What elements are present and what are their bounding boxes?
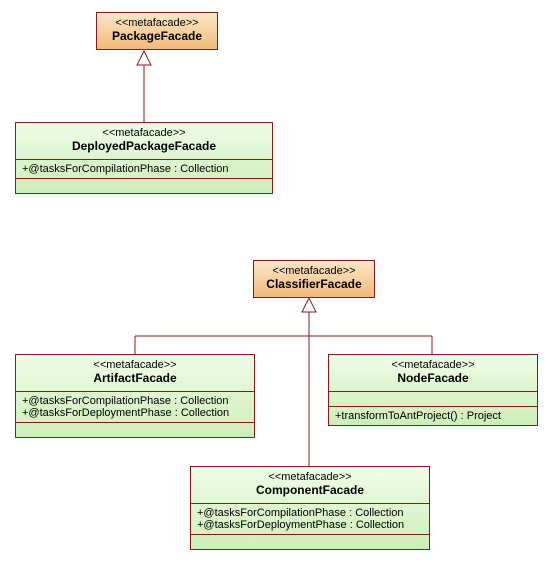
stereotype-label: <<metafacade>> bbox=[22, 359, 248, 371]
stereotype-label: <<metafacade>> bbox=[335, 359, 531, 371]
class-node-facade: <<metafacade>> NodeFacade +transformToAn… bbox=[328, 354, 538, 426]
operations-compartment bbox=[191, 535, 429, 549]
class-package-facade: <<metafacade>> PackageFacade bbox=[96, 12, 218, 50]
class-name: ArtifactFacade bbox=[22, 371, 248, 385]
class-header: <<metafacade>> ArtifactFacade bbox=[16, 355, 254, 392]
operation: +transformToAntProject() : Project bbox=[335, 410, 531, 422]
attribute: +@tasksForCompilationPhase : Collection bbox=[197, 507, 423, 519]
attribute: +@tasksForDeploymentPhase : Collection bbox=[22, 407, 248, 419]
class-header: <<metafacade>> PackageFacade bbox=[97, 13, 217, 49]
class-name: DeployedPackageFacade bbox=[22, 139, 266, 153]
attributes-compartment: +@tasksForCompilationPhase : Collection … bbox=[191, 504, 429, 535]
attribute: +@tasksForCompilationPhase : Collection bbox=[22, 395, 248, 407]
stereotype-label: <<metafacade>> bbox=[103, 17, 211, 29]
attribute: +@tasksForCompilationPhase : Collection bbox=[22, 163, 266, 175]
stereotype-label: <<metafacade>> bbox=[260, 265, 368, 277]
class-header: <<metafacade>> ClassifierFacade bbox=[254, 261, 374, 297]
stereotype-label: <<metafacade>> bbox=[197, 471, 423, 483]
class-deployed-package-facade: <<metafacade>> DeployedPackageFacade +@t… bbox=[15, 122, 273, 194]
class-header: <<metafacade>> ComponentFacade bbox=[191, 467, 429, 504]
class-classifier-facade: <<metafacade>> ClassifierFacade bbox=[253, 260, 375, 298]
attributes-compartment: +@tasksForCompilationPhase : Collection bbox=[16, 160, 272, 179]
operations-compartment: +transformToAntProject() : Project bbox=[329, 407, 537, 425]
stereotype-label: <<metafacade>> bbox=[22, 127, 266, 139]
class-name: ClassifierFacade bbox=[260, 277, 368, 291]
class-component-facade: <<metafacade>> ComponentFacade +@tasksFo… bbox=[190, 466, 430, 550]
uml-canvas: <<metafacade>> PackageFacade <<metafacad… bbox=[0, 0, 550, 571]
generalization-deployedpackage-to-package bbox=[137, 51, 151, 122]
class-header: <<metafacade>> DeployedPackageFacade bbox=[16, 123, 272, 160]
class-header: <<metafacade>> NodeFacade bbox=[329, 355, 537, 392]
class-artifact-facade: <<metafacade>> ArtifactFacade +@tasksFor… bbox=[15, 354, 255, 438]
attributes-compartment bbox=[329, 392, 537, 407]
attributes-compartment: +@tasksForCompilationPhase : Collection … bbox=[16, 392, 254, 423]
attribute: +@tasksForDeploymentPhase : Collection bbox=[197, 519, 423, 531]
operations-compartment bbox=[16, 423, 254, 437]
class-name: ComponentFacade bbox=[197, 483, 423, 497]
class-name: NodeFacade bbox=[335, 371, 531, 385]
operations-compartment bbox=[16, 179, 272, 193]
class-name: PackageFacade bbox=[103, 29, 211, 43]
